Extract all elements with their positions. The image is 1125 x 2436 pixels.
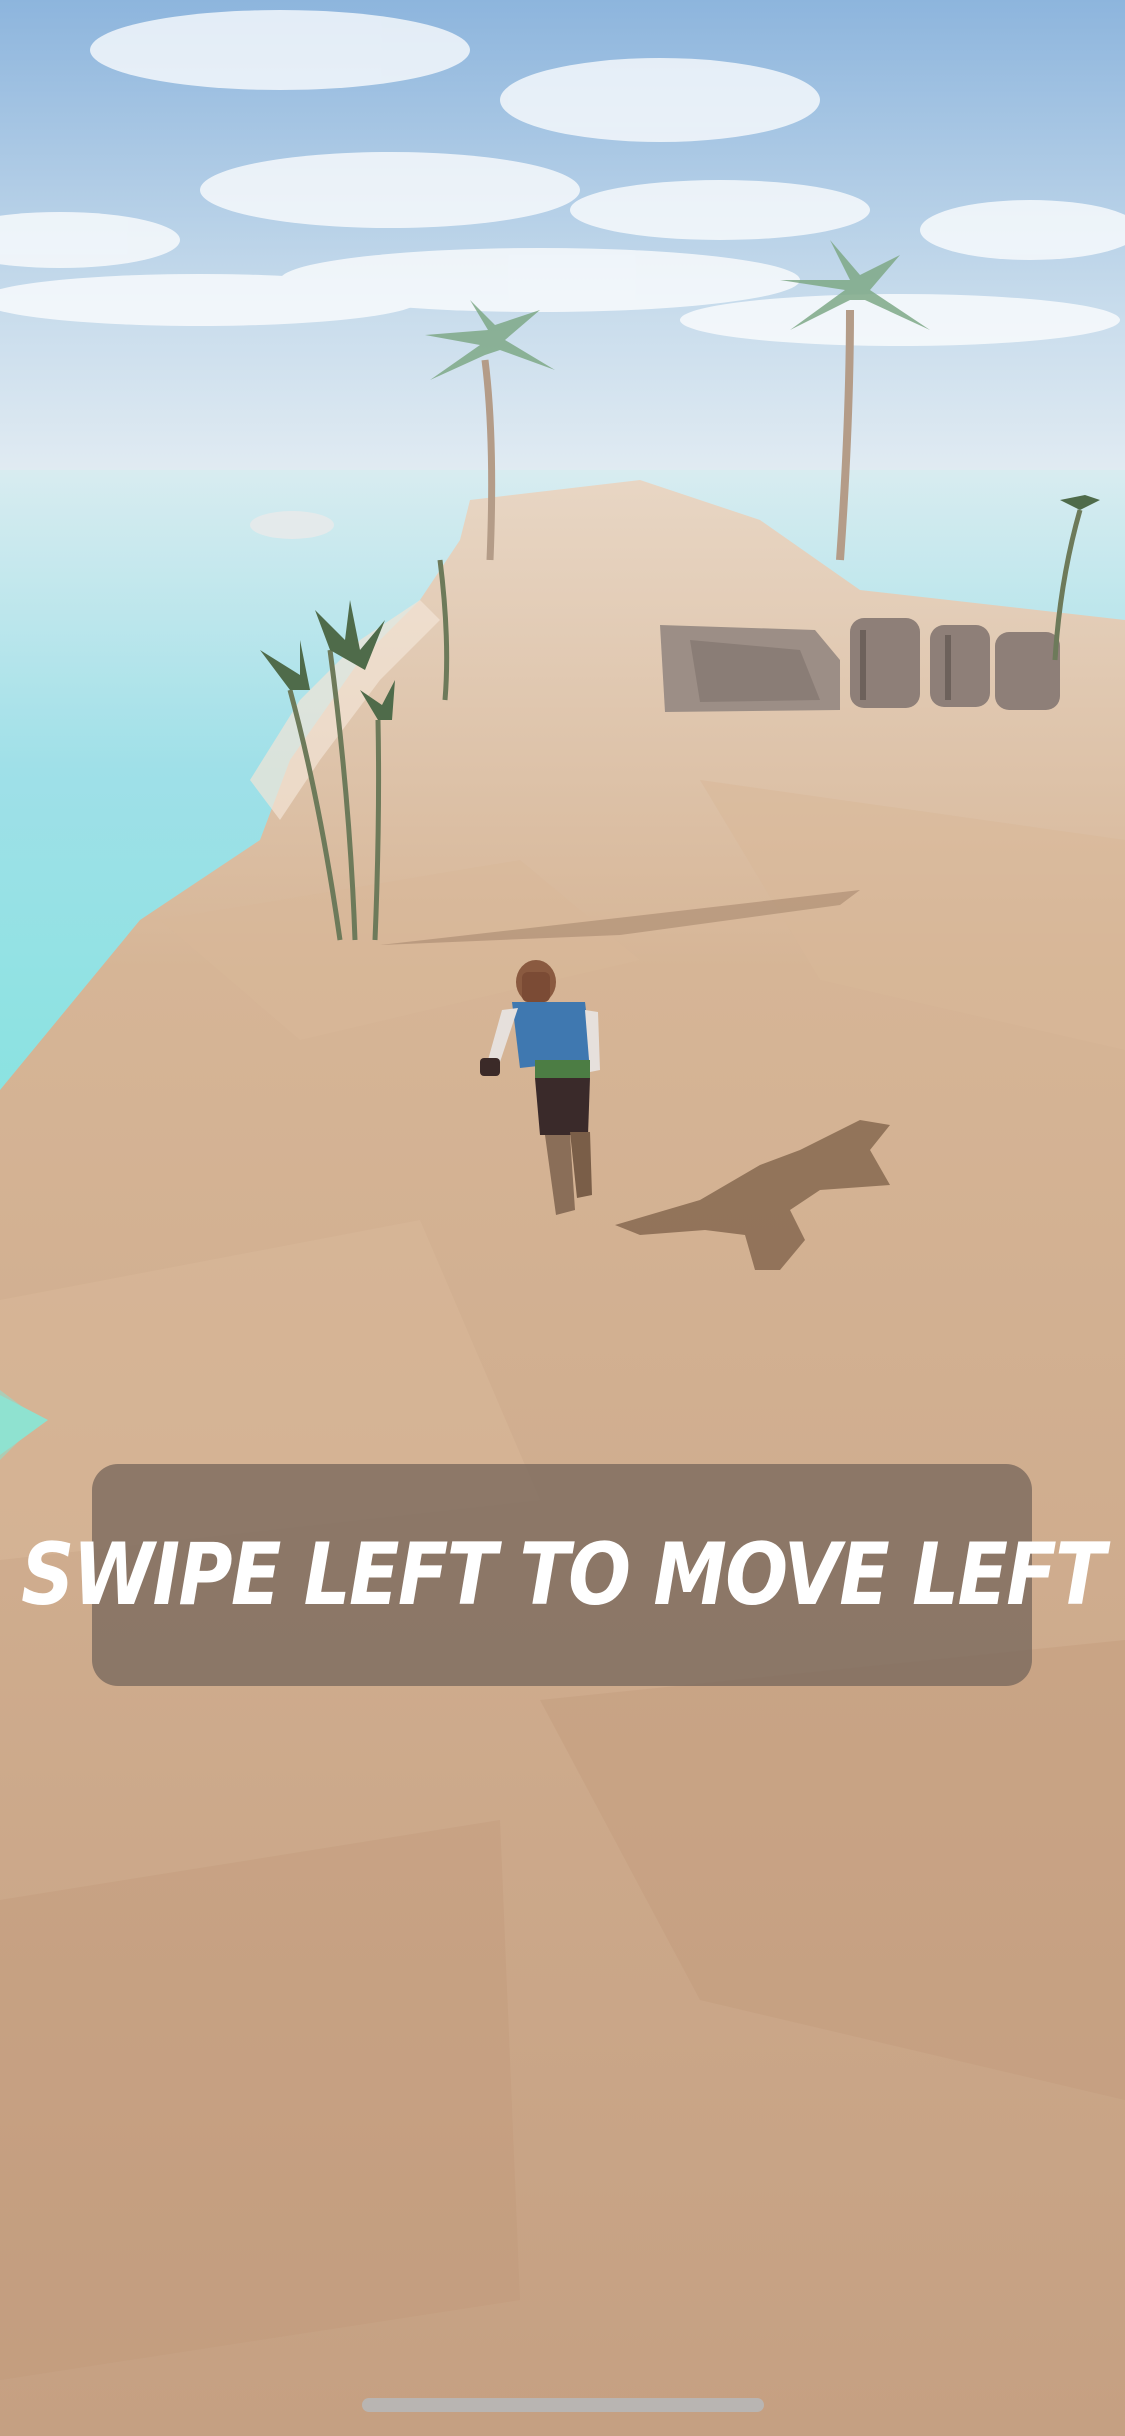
home-indicator[interactable] <box>362 2398 764 2412</box>
swipe-instruction-text: SWIPE LEFT TO MOVE LEFT <box>20 1525 1105 1625</box>
game-scene[interactable]: SWIPE LEFT TO MOVE LEFT <box>0 0 1125 2436</box>
boat <box>250 511 334 539</box>
tutorial-banner: SWIPE LEFT TO MOVE LEFT <box>21 1464 1105 1686</box>
rock <box>660 625 840 712</box>
beach-world <box>0 0 1125 2436</box>
